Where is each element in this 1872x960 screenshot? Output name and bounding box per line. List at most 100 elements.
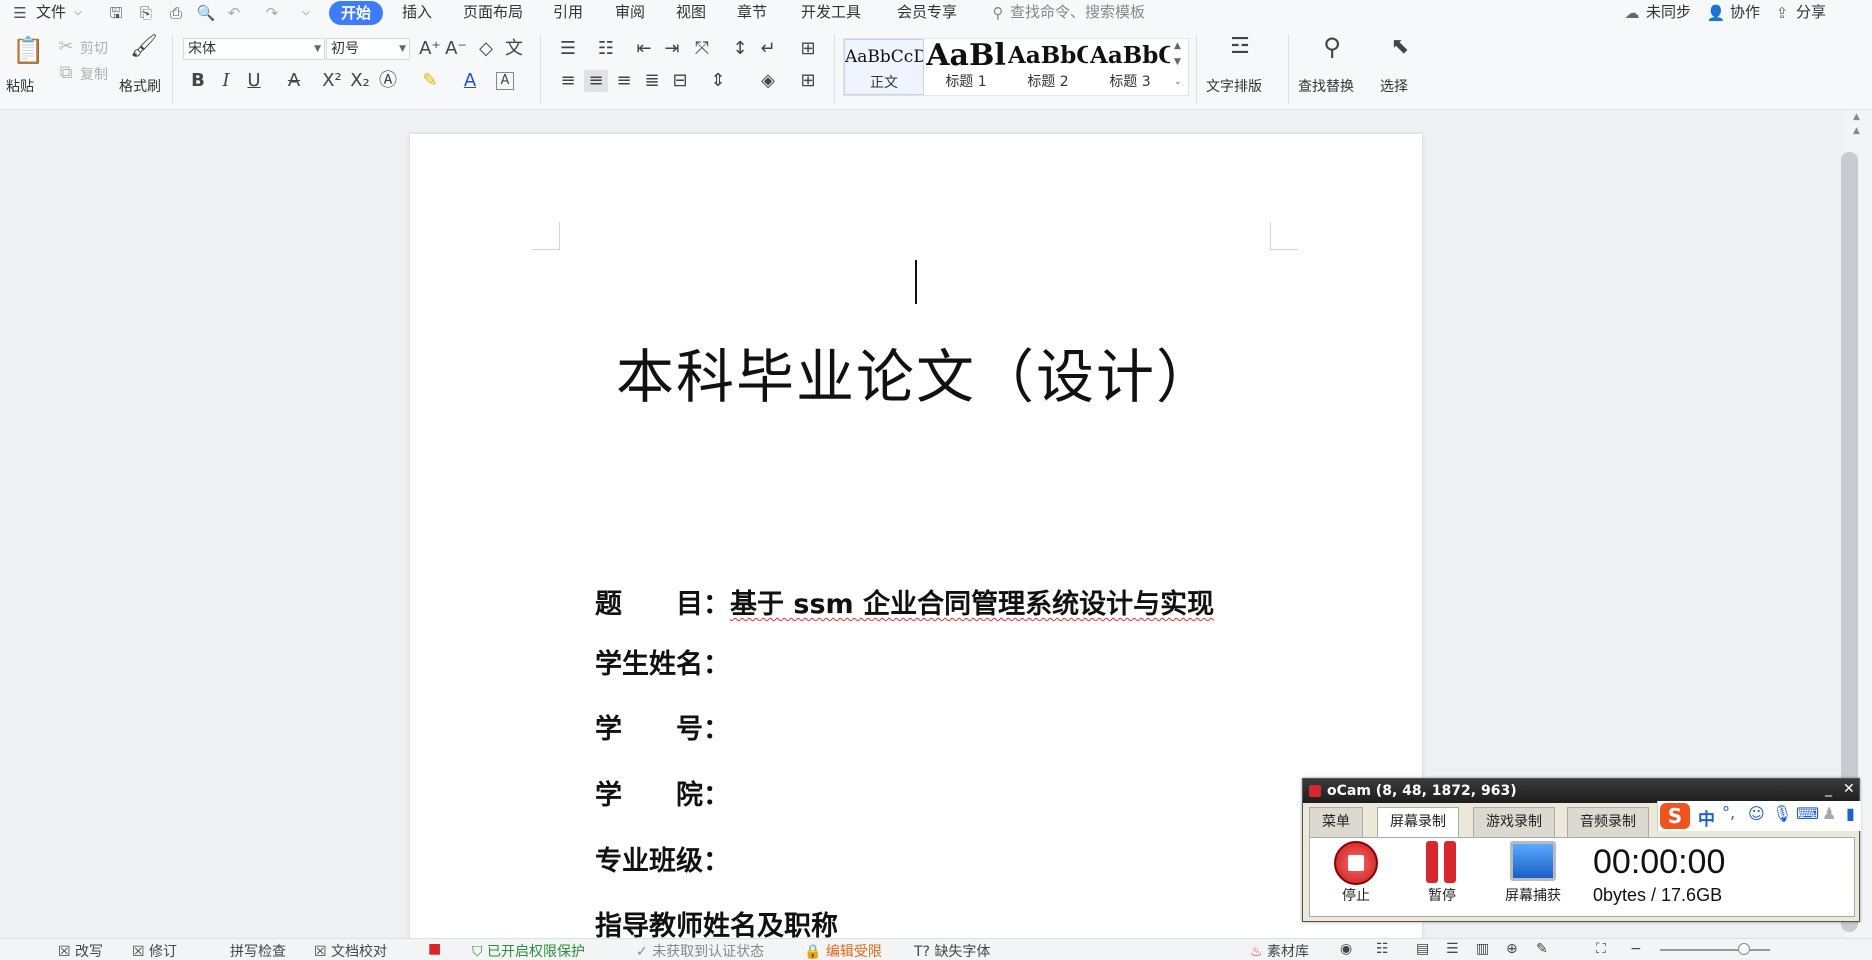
style-normal[interactable]: AaBbCcDd 正文 (844, 39, 924, 95)
clear-format-icon[interactable]: ◇ (474, 38, 498, 60)
align-right-icon[interactable]: ≡ (612, 70, 636, 92)
italic-icon[interactable]: I (214, 70, 238, 92)
tab-references[interactable]: 引用 (553, 0, 583, 26)
fit-page-icon[interactable]: ⛶ (1596, 941, 1606, 957)
page-view-icon[interactable]: ▤ (1416, 941, 1429, 957)
track-changes-toggle[interactable]: ☒ 修订 (132, 941, 177, 960)
tab-ruler-icon[interactable]: ⊞ (796, 38, 820, 60)
spell-check-button[interactable]: 拼写检查 (230, 941, 286, 960)
subscript-icon[interactable]: X₂ (348, 70, 372, 92)
style-heading-3[interactable]: AaBbC 标题 3 (1090, 39, 1170, 95)
keyboard-icon[interactable]: ⌨ (1796, 804, 1819, 823)
edit-restricted[interactable]: 🔒 编辑受限 (804, 941, 882, 960)
phonetic-icon[interactable]: 文 (502, 38, 526, 60)
align-left-icon[interactable]: ≡ (556, 70, 580, 92)
strikethrough-icon[interactable]: A (282, 70, 306, 92)
text-direction-icon[interactable]: ⤧ (690, 38, 714, 60)
select-button[interactable]: 选择 (1380, 76, 1408, 96)
undo-icon[interactable]: ↶ (224, 3, 244, 23)
ocam-tab-audio-record[interactable]: 音频录制 (1567, 807, 1649, 837)
align-center-icon[interactable]: ≡ (584, 70, 608, 92)
style-heading-1[interactable]: AaBl 标题 1 (926, 39, 1006, 95)
collab-button[interactable]: 协作 (1730, 0, 1760, 26)
tab-developer[interactable]: 开发工具 (801, 0, 861, 26)
tab-home[interactable]: 开始 (329, 1, 384, 25)
style-heading-2[interactable]: AaBbC 标题 2 (1008, 39, 1088, 95)
pause-button[interactable]: 暂停 (1407, 841, 1477, 905)
print-icon[interactable]: ⎙ (166, 3, 186, 23)
permission-status[interactable]: ⛉ 已开启权限保护 (472, 941, 585, 960)
font-color-icon[interactable]: A (458, 70, 482, 92)
zoom-slider[interactable] (1660, 949, 1770, 951)
style-more-icon[interactable]: ⌄ (1174, 77, 1182, 87)
toolbox-icon[interactable]: ▮ (1846, 804, 1855, 823)
increase-indent-icon[interactable]: ⇥ (660, 38, 684, 60)
format-painter-button[interactable]: 格式刷 (119, 76, 161, 96)
justify-icon[interactable]: ≣ (640, 70, 664, 92)
punctuation-icon[interactable]: °, (1722, 803, 1735, 822)
underline-icon[interactable]: U (242, 70, 266, 92)
web-view-icon[interactable]: ⊕ (1506, 941, 1518, 957)
outline-icon[interactable]: ☷ (1376, 941, 1389, 957)
document-page[interactable]: 本科毕业论文（设计） 题 目：基于 ssm 企业合同管理系统设计与实现 学生姓名… (410, 134, 1422, 954)
cut-button[interactable]: 剪切 (80, 38, 108, 58)
stop-button[interactable]: 停止 (1321, 841, 1391, 905)
text-layout-button[interactable]: 文字排版 (1206, 76, 1262, 96)
cut-icon[interactable]: ✂ (54, 36, 78, 58)
tab-review[interactable]: 审阅 (615, 0, 645, 26)
auth-status[interactable]: ✓ 未获取到认证状态 (636, 941, 764, 960)
ocam-title[interactable]: oCam (8, 48, 1872, 963) (1303, 779, 1859, 803)
ocam-tab-screen-record[interactable]: 屏幕录制 (1377, 807, 1459, 837)
outline-view-icon[interactable]: ☰ (1446, 941, 1459, 957)
share-button[interactable]: 分享 (1796, 0, 1826, 26)
save-icon[interactable]: 🖫 (106, 3, 126, 23)
ocam-tab-game-record[interactable]: 游戏录制 (1473, 807, 1555, 837)
search-icon[interactable]: ⚲ (1320, 35, 1344, 59)
sync-status[interactable]: 未同步 (1646, 0, 1691, 26)
tab-page-layout[interactable]: 页面布局 (463, 0, 523, 26)
font-name-select[interactable]: 宋体 ▼ (183, 38, 325, 60)
chevron-down-icon[interactable]: ⌵ (68, 3, 88, 23)
missing-fonts[interactable]: T? 缺失字体 (914, 941, 990, 960)
scroll-up-icon[interactable]: ▲ (1853, 112, 1860, 122)
ocam-tab-menu[interactable]: 菜单 (1309, 807, 1363, 837)
hamburger-icon[interactable]: ☰ (10, 3, 30, 23)
customize-icon[interactable]: ⌵ (296, 3, 316, 23)
screen-capture-button[interactable]: 屏幕捕获 (1493, 841, 1573, 905)
shading-icon[interactable]: ◈ (756, 70, 780, 92)
highlight-icon[interactable]: ✎ (418, 70, 442, 92)
emoji-icon[interactable]: ☺ (1748, 804, 1765, 823)
copy-button[interactable]: 复制 (80, 64, 108, 84)
show-marks-icon[interactable]: ↵ (756, 38, 780, 60)
bold-icon[interactable]: B (186, 70, 210, 92)
close-icon[interactable]: ✕ (1843, 781, 1855, 797)
shrink-font-icon[interactable]: A⁻ (444, 38, 468, 60)
overwrite-toggle[interactable]: ☒ 改写 (58, 941, 103, 960)
ocam-window[interactable]: oCam (8, 48, 1872, 963) _ ✕ 菜单 屏幕录制 游戏录制… (1302, 778, 1861, 922)
paste-icon[interactable]: 📋 (12, 38, 44, 70)
write-view-icon[interactable]: ✎ (1536, 941, 1548, 957)
tab-member[interactable]: 会员专享 (897, 0, 957, 26)
numbered-list-icon[interactable]: ☷ (594, 38, 618, 60)
skin-icon[interactable]: ♟ (1822, 804, 1836, 823)
font-size-select[interactable]: 初号 ▼ (326, 38, 410, 60)
style-scroll-down-icon[interactable]: ▼ (1174, 57, 1181, 67)
text-layout-icon[interactable]: ☲ (1228, 36, 1252, 58)
export-pdf-icon[interactable]: ⎘ (136, 3, 156, 23)
tab-chapter[interactable]: 章节 (737, 0, 767, 26)
doc-proofread-toggle[interactable]: ☒ 文档校对 (314, 941, 387, 960)
microphone-icon[interactable]: 🎙 (1772, 804, 1792, 823)
zoom-out-icon[interactable]: − (1630, 941, 1642, 957)
tab-view[interactable]: 视图 (676, 0, 706, 26)
text-effect-icon[interactable]: Ⓐ (376, 70, 400, 92)
copy-icon[interactable]: ⧉ (54, 62, 78, 84)
command-search[interactable]: 查找命令、搜索模板 (1010, 0, 1145, 26)
format-painter-icon[interactable]: 🖌 (130, 36, 158, 58)
char-border-icon[interactable]: A (496, 72, 514, 90)
borders-icon[interactable]: ⊞ (796, 70, 820, 92)
redo-icon[interactable]: ↷ (262, 3, 282, 23)
style-scroll-up-icon[interactable]: ▲ (1174, 41, 1181, 51)
reading-view-icon[interactable]: ▥ (1476, 941, 1489, 957)
material-library[interactable]: ♨ 素材库 (1250, 941, 1309, 960)
line-spacing-icon[interactable]: ⇕ (706, 70, 730, 92)
